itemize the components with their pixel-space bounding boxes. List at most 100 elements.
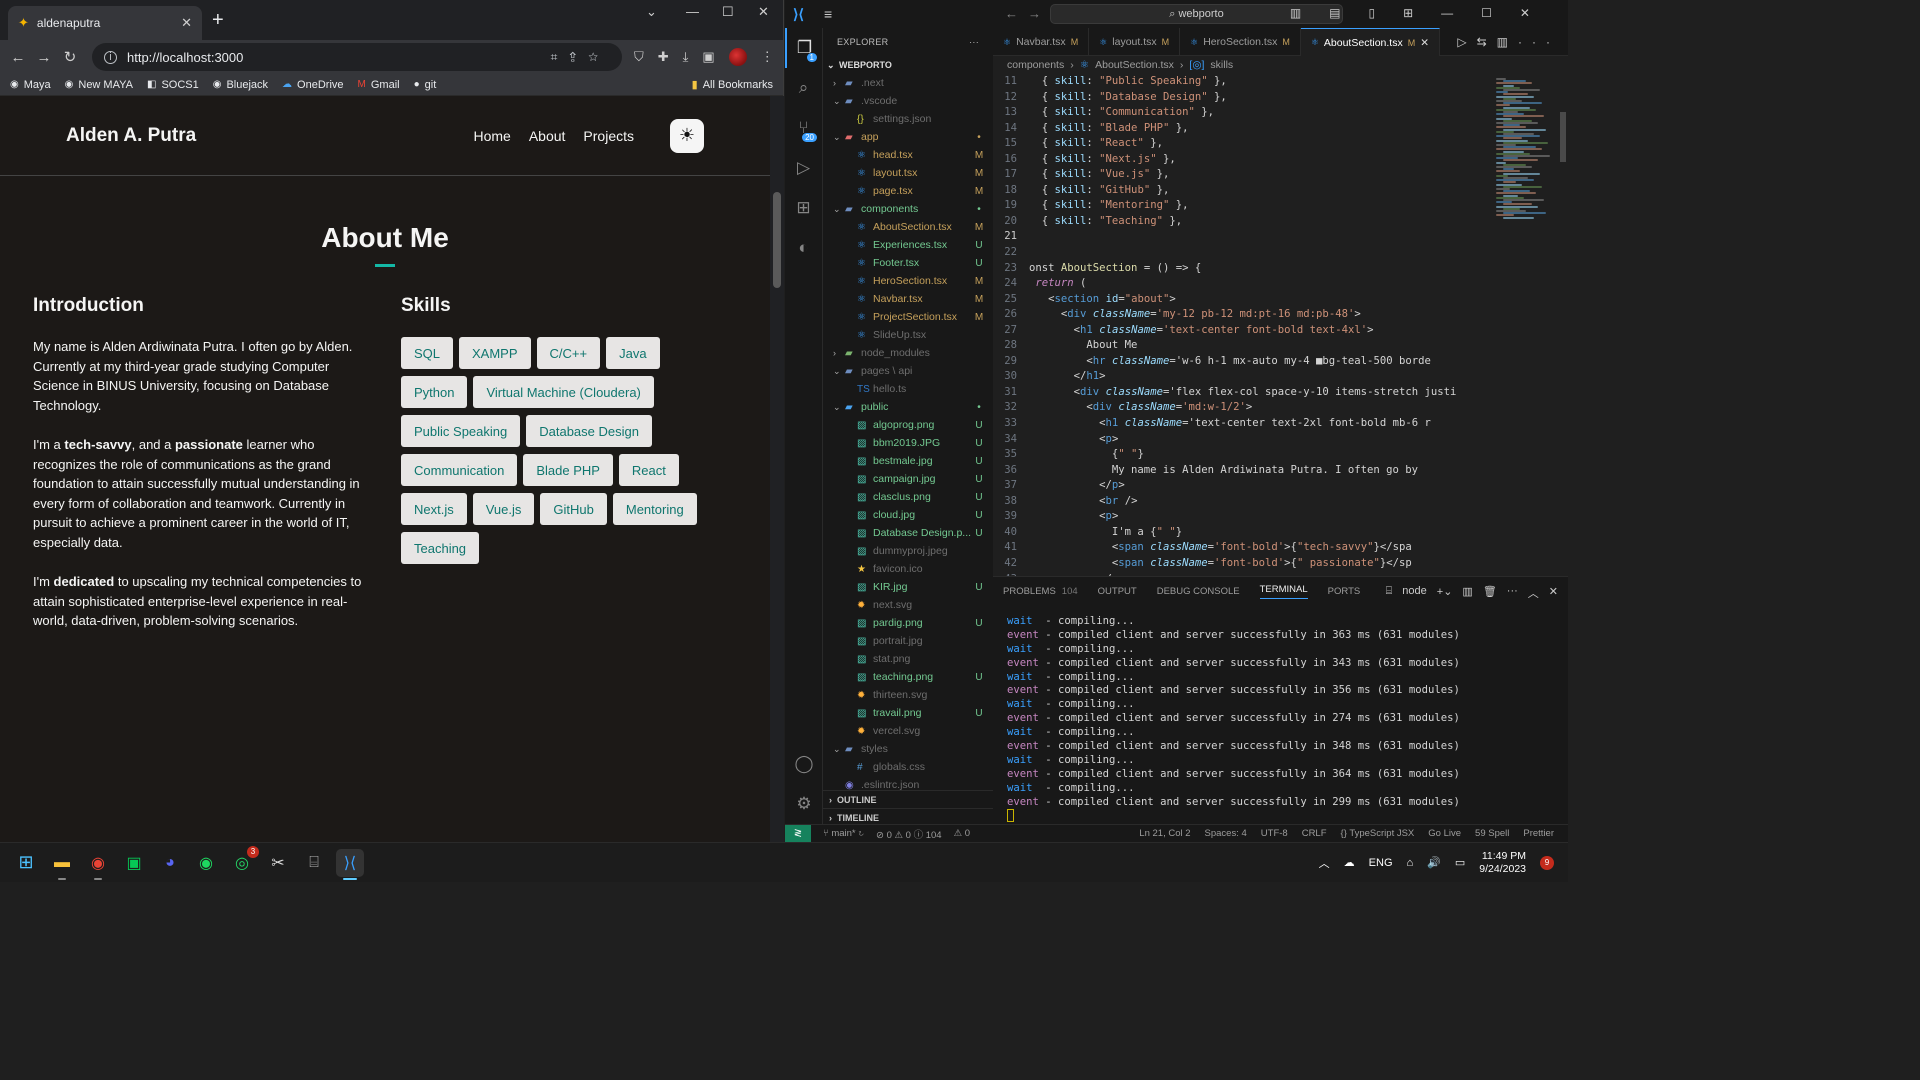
editor-tab[interactable]: ⚛ HeroSection.tsx M (1180, 28, 1301, 56)
panel-tab-output[interactable]: OUTPUT (1098, 586, 1137, 597)
code-line[interactable]: 15 { skill: "React" }, (993, 136, 1492, 152)
tree-folder[interactable]: ⌄ ▰ components • (823, 200, 993, 218)
code-line[interactable]: 31 <div className='flex flex-col space-y… (993, 385, 1492, 401)
tree-folder[interactable]: ⌄ ▰ pages \ api (823, 362, 993, 380)
new-tab-button[interactable]: + (212, 9, 224, 31)
sidepanel-icon[interactable]: ▣ (702, 49, 714, 65)
status-item[interactable]: Spaces: 4 (1205, 828, 1247, 839)
avatar[interactable] (728, 48, 747, 66)
file-explorer-icon[interactable]: ▬ (48, 849, 76, 880)
outline-section[interactable]: › OUTLINE (823, 790, 993, 808)
tree-folder[interactable]: ⌄ ▰ app • (823, 128, 993, 146)
snipping-tool-icon[interactable]: ✂ (264, 849, 292, 877)
code-line[interactable]: 38 <br /> (993, 494, 1492, 510)
code-line[interactable]: 28 About Me (993, 338, 1492, 354)
code-line[interactable]: 35 {" "} (993, 447, 1492, 463)
code-line[interactable]: 40 I'm a {" "} (993, 525, 1492, 541)
panel-tab-terminal[interactable]: TERMINAL (1259, 584, 1308, 599)
language-indicator[interactable]: ENG (1369, 857, 1393, 869)
discord-icon[interactable]: ◕ (156, 849, 184, 877)
tree-file[interactable]: ▨ bbm2019.JPG U (823, 434, 993, 452)
download-icon[interactable]: ⤓ (683, 49, 689, 65)
omnibox-actions[interactable]: ⌗⇪☆ (551, 50, 610, 65)
panel-tab-debug-console[interactable]: DEBUG CONSOLE (1157, 586, 1240, 597)
account-icon[interactable]: ◯ (785, 744, 823, 784)
notification-badge[interactable]: 9 (1540, 855, 1554, 870)
tree-file[interactable]: ⚛ SlideUp.tsx (823, 326, 993, 344)
code-line[interactable]: 29 <hr className='w-6 h-1 mx-auto my-4 ■… (993, 354, 1492, 370)
maximize-panel-button[interactable]: ︿ (1528, 585, 1539, 601)
panel-tab-problems[interactable]: PROBLEMS 104 (1003, 586, 1078, 597)
battery-icon[interactable]: ▭ (1455, 856, 1465, 869)
back-button[interactable]: ← (8, 49, 28, 66)
status-item[interactable]: {} TypeScript JSX (1341, 828, 1415, 839)
code-line[interactable]: 39 <p> (993, 509, 1492, 525)
code-editor[interactable]: 11 { skill: "Public Speaking" }, 12 { ski… (993, 74, 1492, 576)
tree-file[interactable]: ▨ travail.png U (823, 704, 993, 722)
tree-file[interactable]: ▨ teaching.png U (823, 668, 993, 686)
scroll-thumb[interactable] (773, 192, 781, 288)
spotify-icon[interactable]: ◉ (192, 849, 220, 877)
minimize-button[interactable]: — (686, 4, 699, 19)
code-line[interactable]: 34 <p> (993, 432, 1492, 448)
terminal-shell-name[interactable]: node (1402, 585, 1426, 601)
code-line[interactable]: 11 { skill: "Public Speaking" }, (993, 74, 1492, 90)
tree-file[interactable]: {} settings.json (823, 110, 993, 128)
status-item[interactable]: 59 Spell (1475, 828, 1509, 839)
address-bar[interactable]: i http://localhost:3000 ⌗⇪☆ (92, 43, 622, 71)
tree-file[interactable]: ✹ next.svg (823, 596, 993, 614)
status-item[interactable]: Ln 21, Col 2 (1139, 828, 1190, 839)
volume-icon[interactable]: 🔊 (1427, 856, 1441, 869)
menu-icon[interactable]: ≡ (824, 6, 832, 22)
code-line[interactable]: 19 { skill: "Mentoring" }, (993, 198, 1492, 214)
tree-file[interactable]: ⚛ HeroSection.tsx M (823, 272, 993, 290)
tree-file[interactable]: ⚛ layout.tsx M (823, 164, 993, 182)
tree-file[interactable]: ⚛ page.tsx M (823, 182, 993, 200)
run-debug-icon[interactable]: ▷ (785, 148, 822, 188)
settings-gear-icon[interactable]: ⚙ (785, 784, 823, 824)
code-line[interactable]: 37 </p> (993, 478, 1492, 494)
code-line[interactable]: 14 { skill: "Blade PHP" }, (993, 121, 1492, 137)
terminal-output[interactable]: wait - compiling... event - compiled clie… (993, 605, 1568, 823)
tree-folder[interactable]: › ▰ node_modules (823, 344, 993, 362)
maximize-button[interactable]: ☐ (722, 4, 734, 20)
code-line[interactable]: 18 { skill: "GitHub" }, (993, 183, 1492, 199)
chevron-up-icon[interactable]: ︿ (1319, 855, 1330, 871)
code-line[interactable]: 27 <h1 className='text-center font-bold … (993, 323, 1492, 339)
editor-tab[interactable]: ⚛ Navbar.tsx M (993, 28, 1090, 56)
tree-file[interactable]: ⚛ Experiences.tsx U (823, 236, 993, 254)
tree-file[interactable]: ▨ cloud.jpg U (823, 506, 993, 524)
tree-file[interactable]: TS hello.ts (823, 380, 993, 398)
editor-actions[interactable]: ▷⇆▥··· (1457, 35, 1560, 49)
close-window-button[interactable]: ✕ (758, 4, 769, 20)
all-bookmarks[interactable]: ▮ All Bookmarks (692, 78, 773, 92)
code-line[interactable]: 41 <span className='font-bold'>{"tech-sa… (993, 540, 1492, 556)
reload-button[interactable]: ↻ (60, 48, 80, 66)
tree-file[interactable]: ⚛ Footer.tsx U (823, 254, 993, 272)
tree-file[interactable]: ✹ vercel.svg (823, 722, 993, 740)
tree-folder[interactable]: ⌄ ▰ .vscode (823, 92, 993, 110)
code-line[interactable]: 23 onst AboutSection = () => { (993, 261, 1492, 277)
nav-about[interactable]: About (529, 128, 566, 144)
tree-file[interactable]: ▨ portrait.jpg (823, 632, 993, 650)
tree-file[interactable]: ▨ pardig.png U (823, 614, 993, 632)
close-icon[interactable]: ✕ (1420, 37, 1429, 49)
minimap[interactable] (1492, 74, 1568, 576)
line-icon[interactable]: ▣ (120, 849, 148, 877)
clock[interactable]: 11:49 PM 9/24/2023 (1479, 850, 1526, 876)
extensions-icon[interactable]: ⊞ (785, 188, 822, 228)
more-icon[interactable]: ··· (1507, 585, 1518, 601)
chrome-icon[interactable]: ◉ (84, 849, 112, 880)
code-line[interactable]: 16 { skill: "Next.js" }, (993, 152, 1492, 168)
tree-file[interactable]: # globals.css (823, 758, 993, 776)
tree-folder[interactable]: ⌄ ▰ public • (823, 398, 993, 416)
remote-indicator[interactable]: ≷ (785, 824, 811, 843)
status-item[interactable]: UTF-8 (1261, 828, 1288, 839)
tree-file[interactable]: ▨ campaign.jpg U (823, 470, 993, 488)
forward-button[interactable]: → (34, 49, 54, 66)
network-icon[interactable]: ⌂ (1407, 857, 1414, 869)
tree-file[interactable]: ▨ clasclus.png U (823, 488, 993, 506)
timeline-section[interactable]: › TIMELINE (823, 808, 993, 824)
tree-file[interactable]: ⚛ Navbar.tsx M (823, 290, 993, 308)
editor-tab[interactable]: ⚛ layout.tsx M (1089, 28, 1181, 56)
